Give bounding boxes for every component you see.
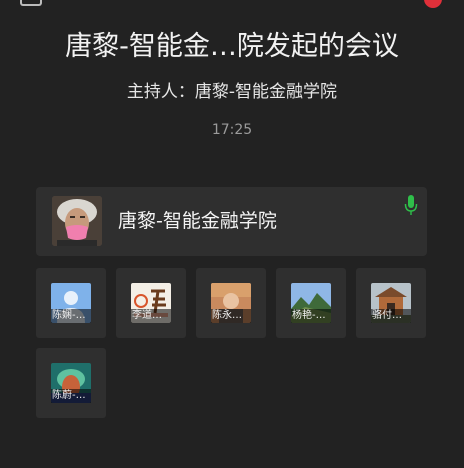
speaker-avatar [52,196,102,246]
participant-tile[interactable]: 陈蔚-… [36,348,106,418]
status-icon [20,0,42,6]
participant-tile[interactable]: 骆付… [356,268,426,338]
participant-tile[interactable]: 李道… [116,268,186,338]
participant-tile[interactable]: 杨艳-… [276,268,346,338]
meeting-host: 主持人：唐黎-智能金融学院 [126,82,338,102]
participant-name: 骆付… [371,309,411,323]
notification-dot-icon [424,0,442,8]
participant-name: 陈蔚-… [51,389,91,403]
speaker-name: 唐黎-智能金融学院 [118,210,277,232]
participant-name: 陈永… [211,309,251,323]
meeting-time: 17:25 [211,122,253,138]
participant-name: 李道… [131,309,171,323]
participant-tile[interactable]: 陈永… [196,268,266,338]
participant-tile[interactable]: 陈娴-… [36,268,106,338]
participant-name: 杨艳-… [291,309,331,323]
meeting-title: 唐黎-智能金…院发起的会议 [65,31,399,62]
microphone-icon [404,195,418,217]
participant-name: 陈娴-… [51,309,91,323]
active-speaker-card[interactable]: 唐黎-智能金融学院 [36,187,427,256]
status-bar [0,0,464,14]
